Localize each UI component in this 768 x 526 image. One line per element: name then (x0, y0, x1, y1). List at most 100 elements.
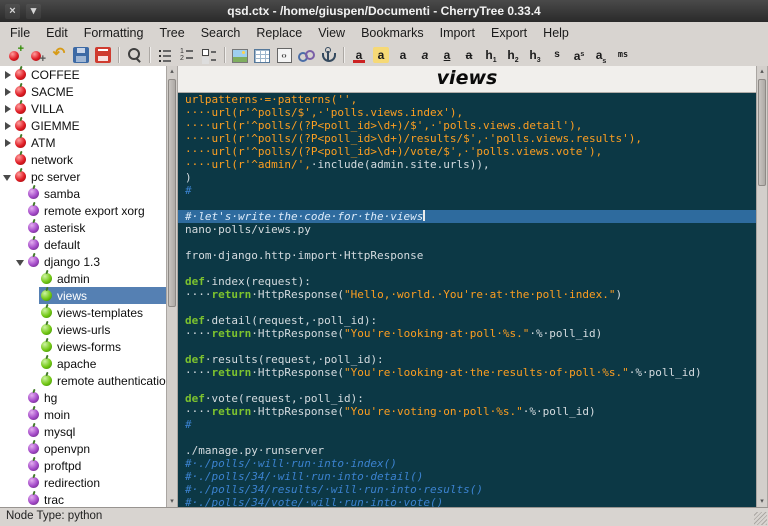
export-pdf-button[interactable] (92, 44, 114, 65)
expand-arrow-icon[interactable] (2, 100, 13, 117)
tree-node-views-forms[interactable]: views-forms (0, 338, 166, 355)
tree-node-samba[interactable]: samba (0, 185, 166, 202)
collapse-arrow-icon[interactable] (2, 168, 13, 185)
insert-image-button[interactable] (229, 44, 251, 65)
editor-scroll-up-icon[interactable]: ▴ (757, 66, 767, 78)
background-color-button[interactable]: a (370, 44, 392, 65)
tree-node-coffee[interactable]: COFFEE (0, 66, 166, 83)
editor-line[interactable]: ····url(r'^polls/(?P<poll_id>\d+)/$',·'p… (185, 119, 752, 132)
tree-node-views[interactable]: views (0, 287, 166, 304)
h3-button[interactable]: h (524, 44, 546, 65)
insert-table-button[interactable] (251, 44, 273, 65)
editor-text-area[interactable]: urlpatterns·=·patterns('', ····url(r'^pol… (178, 93, 756, 508)
editor-line[interactable]: # (185, 418, 752, 431)
strikethrough-button[interactable]: a (458, 44, 480, 65)
menu-tree[interactable]: Tree (151, 24, 192, 42)
insert-subnode-button[interactable] (26, 44, 48, 67)
tree-node-remote-authentication[interactable]: remote authentication (0, 372, 166, 389)
tree-node-villa[interactable]: VILLA (0, 100, 166, 117)
tree-node-pc-server[interactable]: pc server (0, 168, 166, 185)
editor-line[interactable]: def·detail(request,·poll_id): (185, 314, 752, 327)
tree-node-openvpn[interactable]: openvpn (0, 440, 166, 457)
small-button[interactable]: s (546, 44, 568, 65)
undo-button[interactable]: ↶ (48, 44, 70, 65)
editor-line[interactable]: ····url(r'^polls/(?P<poll_id>\d+)/result… (185, 132, 752, 145)
editor-line[interactable]: #·./polls/34/results/·will·run·into·resu… (185, 483, 752, 496)
editor-line-selected[interactable]: #·let's·write·the·code·for·the·views (178, 210, 756, 223)
h1-button[interactable]: h (480, 44, 502, 65)
editor-line[interactable]: nano·polls/views.py (185, 223, 752, 236)
tree-node-network[interactable]: network (0, 151, 166, 168)
numbered-list-button[interactable] (176, 44, 198, 65)
menu-import[interactable]: Import (432, 24, 483, 42)
editor-line[interactable]: def·results(request,·poll_id): (185, 353, 752, 366)
find-button[interactable] (123, 44, 145, 65)
insert-codebox-button[interactable]: ‹› (273, 44, 295, 65)
menu-edit[interactable]: Edit (38, 24, 76, 42)
editor-line[interactable] (185, 379, 752, 392)
tree-node-trac[interactable]: trac (0, 491, 166, 508)
editor-line[interactable]: ····url(r'^polls/(?P<poll_id>\d+)/vote/$… (185, 145, 752, 158)
menu-formatting[interactable]: Formatting (76, 24, 152, 42)
expand-arrow-icon[interactable] (2, 117, 13, 134)
tree-node-apache[interactable]: apache (0, 355, 166, 372)
tree-node-mysql[interactable]: mysql (0, 423, 166, 440)
tree-node-django-1-3[interactable]: django 1.3 (0, 253, 166, 270)
editor-line[interactable] (185, 340, 752, 353)
collapse-arrow-icon[interactable] (15, 253, 26, 270)
tree-scrollbar[interactable]: ▴ ▾ (166, 66, 178, 508)
editor-line[interactable] (185, 262, 752, 275)
tree-node-redirection[interactable]: redirection (0, 474, 166, 491)
editor-scrollbar-thumb[interactable] (758, 79, 766, 186)
tree-node-moin[interactable]: moin (0, 406, 166, 423)
tree-scroll-up-icon[interactable]: ▴ (167, 66, 177, 78)
insert-anchor-button[interactable] (317, 44, 339, 65)
editor-line[interactable]: ····return·HttpResponse("You're·looking·… (185, 327, 752, 340)
todo-list-button[interactable] (198, 44, 220, 65)
h2-button[interactable]: h (502, 44, 524, 65)
editor-line[interactable]: ····url(r'^polls/$',·'polls.views.index'… (185, 106, 752, 119)
save-button[interactable] (70, 44, 92, 65)
menu-export[interactable]: Export (483, 24, 535, 42)
editor-line[interactable] (185, 197, 752, 210)
editor-line[interactable] (185, 301, 752, 314)
editor-line[interactable] (185, 236, 752, 249)
tree-node-giemme[interactable]: GIEMME (0, 117, 166, 134)
superscript-button[interactable]: a (568, 44, 590, 65)
monospace-button[interactable]: ms (612, 44, 634, 65)
editor-line[interactable]: ····url(r'^admin/',·include(admin.site.u… (185, 158, 752, 171)
menu-file[interactable]: File (2, 24, 38, 42)
window-menu-icon[interactable]: ▾ (26, 3, 41, 19)
insert-link-button[interactable] (295, 44, 317, 65)
subscript-button[interactable]: a (590, 44, 612, 65)
editor-line[interactable]: ····return·HttpResponse("You're·voting·o… (185, 405, 752, 418)
tree-node-proftpd[interactable]: proftpd (0, 457, 166, 474)
editor-line[interactable]: urlpatterns·=·patterns('', (185, 93, 752, 106)
close-icon[interactable]: × (5, 3, 20, 19)
italic-button[interactable]: a (414, 44, 436, 65)
tree-node-default[interactable]: default (0, 236, 166, 253)
menu-view[interactable]: View (310, 24, 353, 42)
menu-bookmarks[interactable]: Bookmarks (353, 24, 432, 42)
expand-arrow-icon[interactable] (2, 66, 13, 83)
tree-node-remote-export-xorg[interactable]: remote export xorg (0, 202, 166, 219)
insert-node-button[interactable] (4, 41, 26, 65)
editor-line[interactable]: def·vote(request,·poll_id): (185, 392, 752, 405)
editor-line[interactable]: # (185, 184, 752, 197)
editor-line[interactable]: ./manage.py·runserver (185, 444, 752, 457)
underline-button[interactable]: a (436, 44, 458, 65)
bold-button[interactable]: a (392, 44, 414, 65)
tree-node-hg[interactable]: hg (0, 389, 166, 406)
editor-line[interactable]: #·./polls/34/·will·run·into·detail() (185, 470, 752, 483)
menu-replace[interactable]: Replace (248, 24, 310, 42)
expand-arrow-icon[interactable] (2, 134, 13, 151)
editor-line[interactable]: #·./polls/·will·run·into·index() (185, 457, 752, 470)
tree-node-atm[interactable]: ATM (0, 134, 166, 151)
bulleted-list-button[interactable] (154, 44, 176, 65)
tree-node-admin[interactable]: admin (0, 270, 166, 287)
editor-line[interactable] (185, 431, 752, 444)
tree-node-sacme[interactable]: SACME (0, 83, 166, 100)
editor-line[interactable]: ····return·HttpResponse("Hello,·world.·Y… (185, 288, 752, 301)
expand-arrow-icon[interactable] (2, 83, 13, 100)
editor-scrollbar[interactable]: ▴ ▾ (756, 66, 768, 508)
